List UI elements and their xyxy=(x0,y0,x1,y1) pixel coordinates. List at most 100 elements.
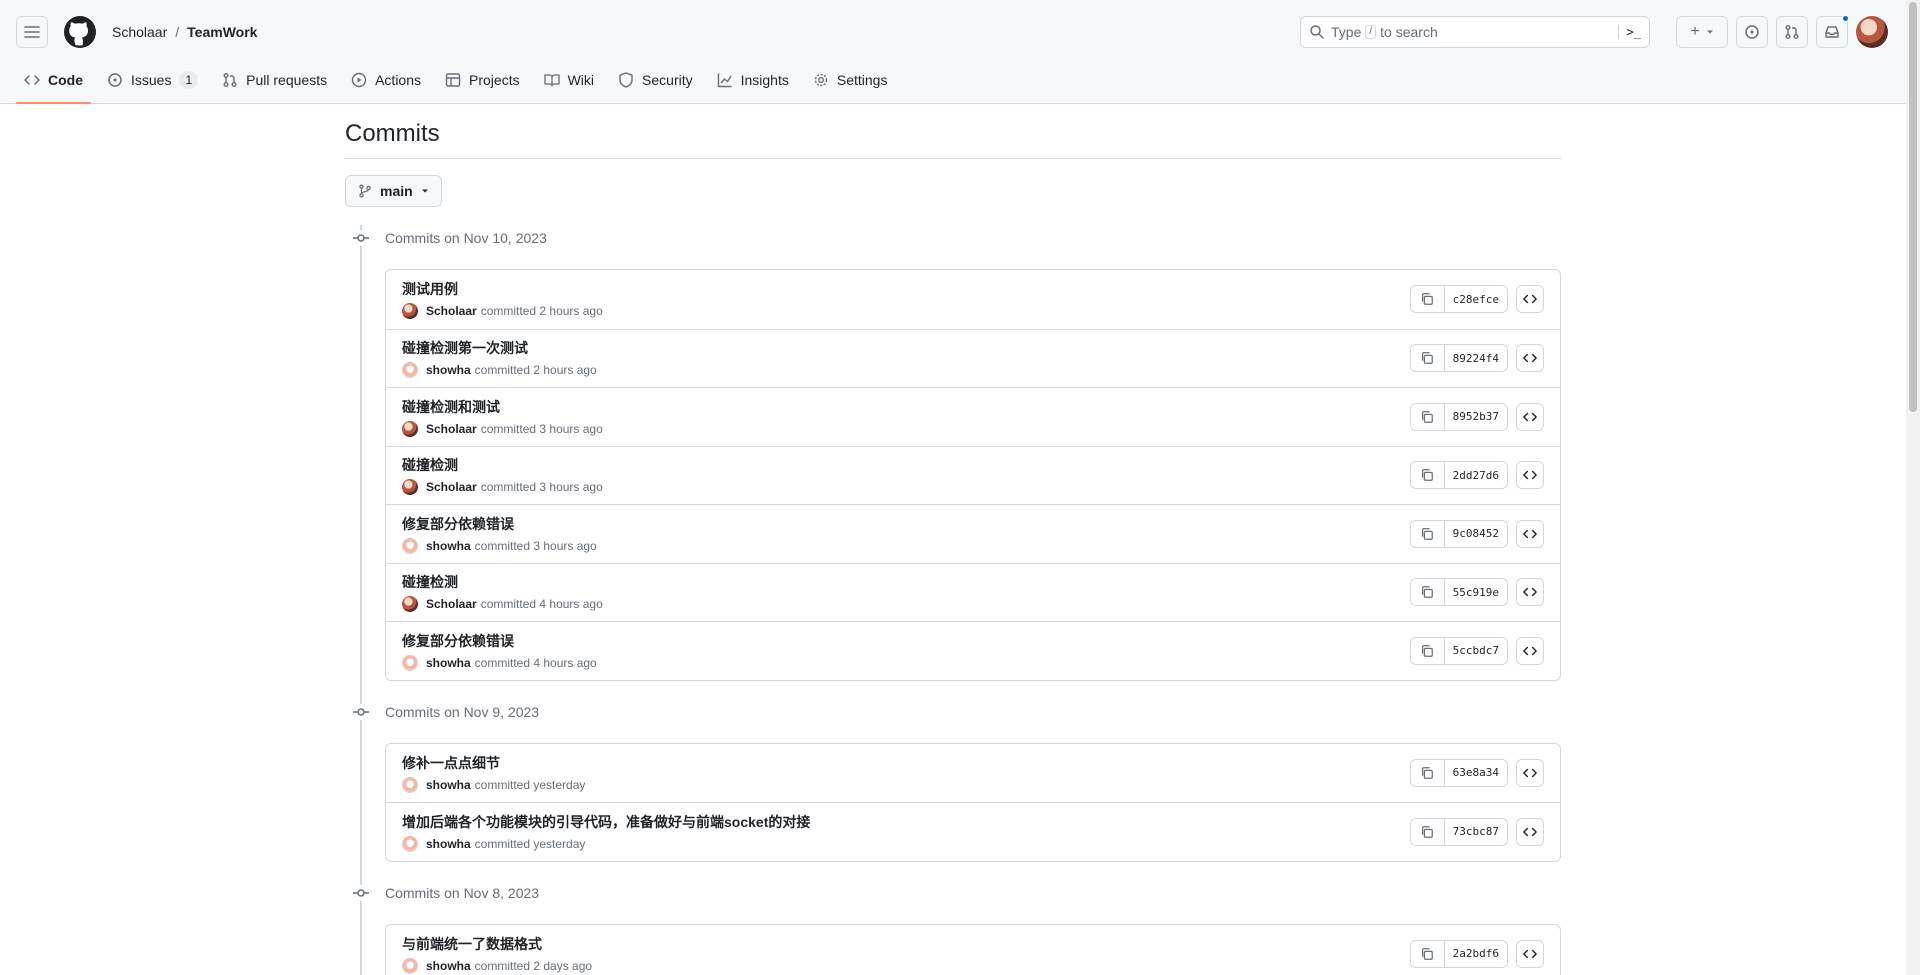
issue-icon xyxy=(108,73,122,87)
commit-message[interactable]: 修复部分依赖错误 xyxy=(402,631,597,651)
user-avatar[interactable] xyxy=(1856,16,1888,48)
copy-sha-button[interactable] xyxy=(1410,818,1445,845)
browse-repo-button[interactable] xyxy=(1516,519,1544,548)
browse-repo-button[interactable] xyxy=(1516,939,1544,968)
commit-message[interactable]: 测试用例 xyxy=(402,279,603,299)
search-placeholder-suffix: to search xyxy=(1380,24,1438,40)
browse-repo-button[interactable] xyxy=(1516,461,1544,490)
copy-sha-button[interactable] xyxy=(1410,403,1445,430)
author-avatar[interactable] xyxy=(402,479,418,496)
pull-requests-button[interactable] xyxy=(1776,16,1808,48)
tab-pull-requests[interactable]: Pull requests xyxy=(214,64,335,96)
commit-meta: showha committed 2 days ago xyxy=(402,957,592,974)
copy-sha-button[interactable] xyxy=(1410,286,1445,313)
browse-repo-button[interactable] xyxy=(1516,817,1544,846)
inbox-button[interactable] xyxy=(1816,14,1850,48)
tab-code[interactable]: Code xyxy=(16,64,91,104)
tab-settings[interactable]: Settings xyxy=(805,64,896,96)
commit-author[interactable]: showha xyxy=(426,778,471,792)
commit-message[interactable]: 碰撞检测 xyxy=(402,455,603,475)
search-input[interactable]: Type / to search >_ xyxy=(1300,16,1650,48)
commit-message[interactable]: 修复部分依赖错误 xyxy=(402,514,597,534)
copy-icon xyxy=(1422,766,1434,779)
commit-group-header: Commits on Nov 9, 2023 xyxy=(353,699,1561,725)
commit-author[interactable]: showha xyxy=(426,363,471,377)
author-avatar[interactable] xyxy=(402,957,418,974)
commit-sha[interactable]: 9c08452 xyxy=(1445,521,1507,547)
commit-sha[interactable]: 73cbc87 xyxy=(1445,819,1507,845)
browse-repo-button[interactable] xyxy=(1516,344,1544,373)
issues-button[interactable] xyxy=(1736,16,1768,48)
commit-message[interactable]: 与前端统一了数据格式 xyxy=(402,934,592,954)
commit-author[interactable]: showha xyxy=(426,656,471,670)
tab-security[interactable]: Security xyxy=(610,64,701,96)
command-palette-icon[interactable]: >_ xyxy=(1617,25,1641,39)
commit-meta: showha committed yesterday xyxy=(402,835,810,852)
copy-sha-button[interactable] xyxy=(1410,759,1445,786)
owner-link[interactable]: Scholaar xyxy=(112,24,167,40)
tab-wiki[interactable]: Wiki xyxy=(536,64,602,96)
commit-sha[interactable]: 55c919e xyxy=(1445,579,1507,605)
copy-sha-button[interactable] xyxy=(1410,462,1445,489)
commit-sha[interactable]: 2a2bdf6 xyxy=(1445,941,1507,967)
copy-sha-button[interactable] xyxy=(1410,940,1445,967)
commit-message[interactable]: 增加后端各个功能模块的引导代码，准备做好与前端socket的对接 xyxy=(402,812,810,832)
commit-sha[interactable]: 8952b37 xyxy=(1445,404,1507,430)
commit-info: 修复部分依赖错误 showha committed 3 hours ago xyxy=(402,514,597,554)
tab-issues[interactable]: Issues 1 xyxy=(99,64,206,96)
commit-sha[interactable]: c28efce xyxy=(1445,286,1507,312)
copy-sha-button[interactable] xyxy=(1410,345,1445,372)
author-avatar[interactable] xyxy=(402,596,418,613)
commit-message[interactable]: 碰撞检测第一次测试 xyxy=(402,338,597,358)
breadcrumb: Scholaar / TeamWork xyxy=(112,24,257,40)
author-avatar[interactable] xyxy=(402,776,418,793)
author-avatar[interactable] xyxy=(402,654,418,671)
tab-actions[interactable]: Actions xyxy=(343,64,429,96)
commit-message[interactable]: 碰撞检测和测试 xyxy=(402,397,603,417)
commit-author[interactable]: showha xyxy=(426,837,471,851)
copy-sha-button[interactable] xyxy=(1410,520,1445,547)
commit-author[interactable]: Scholaar xyxy=(426,597,477,611)
scrollbar-thumb[interactable] xyxy=(1909,2,1917,412)
copy-sha-button[interactable] xyxy=(1410,637,1445,664)
author-avatar[interactable] xyxy=(402,303,418,320)
commit-sha[interactable]: 89224f4 xyxy=(1445,345,1507,371)
commit-sha[interactable]: 5ccbdc7 xyxy=(1445,638,1507,664)
commit-time: committed 4 hours ago xyxy=(480,597,603,612)
author-avatar[interactable] xyxy=(402,362,418,379)
commit-author[interactable]: Scholaar xyxy=(426,422,477,436)
tab-insights[interactable]: Insights xyxy=(709,64,797,96)
browse-repo-button[interactable] xyxy=(1516,578,1544,607)
scrollbar[interactable] xyxy=(1906,0,1920,975)
commit-author[interactable]: Scholaar xyxy=(426,304,477,318)
commit-sha[interactable]: 2dd27d6 xyxy=(1445,462,1507,488)
chevron-down-icon xyxy=(421,189,428,193)
commit-author[interactable]: Scholaar xyxy=(426,480,477,494)
tab-label: Projects xyxy=(469,72,520,88)
tab-projects[interactable]: Projects xyxy=(437,64,528,96)
browse-repo-button[interactable] xyxy=(1516,758,1544,787)
commit-info: 修补一点点细节 showha committed yesterday xyxy=(402,753,585,793)
code-icon xyxy=(1523,471,1537,480)
menu-button[interactable] xyxy=(16,16,48,48)
browse-repo-button[interactable] xyxy=(1516,285,1544,314)
sha-button-group: 5ccbdc7 xyxy=(1409,636,1508,665)
commit-row: 测试用例 Scholaar committed 2 hours ago c28e… xyxy=(386,270,1560,329)
commit-sha[interactable]: 63e8a34 xyxy=(1445,760,1507,786)
browse-repo-button[interactable] xyxy=(1516,636,1544,665)
commit-row: 修复部分依赖错误 showha committed 4 hours ago 5c… xyxy=(386,621,1560,680)
author-avatar[interactable] xyxy=(402,420,418,437)
github-logo-icon[interactable] xyxy=(64,16,96,48)
commit-message[interactable]: 修补一点点细节 xyxy=(402,753,585,773)
repo-link[interactable]: TeamWork xyxy=(187,24,257,40)
copy-sha-button[interactable] xyxy=(1410,579,1445,606)
commit-message[interactable]: 碰撞检测 xyxy=(402,572,603,592)
branch-selector[interactable]: main xyxy=(345,175,442,207)
commit-author[interactable]: showha xyxy=(426,959,471,973)
create-new-button[interactable]: + xyxy=(1676,16,1728,48)
commit-author[interactable]: showha xyxy=(426,539,471,553)
browse-repo-button[interactable] xyxy=(1516,402,1544,431)
commit-row: 碰撞检测第一次测试 showha committed 2 hours ago 8… xyxy=(386,328,1560,388)
author-avatar[interactable] xyxy=(402,537,418,554)
author-avatar[interactable] xyxy=(402,835,418,852)
